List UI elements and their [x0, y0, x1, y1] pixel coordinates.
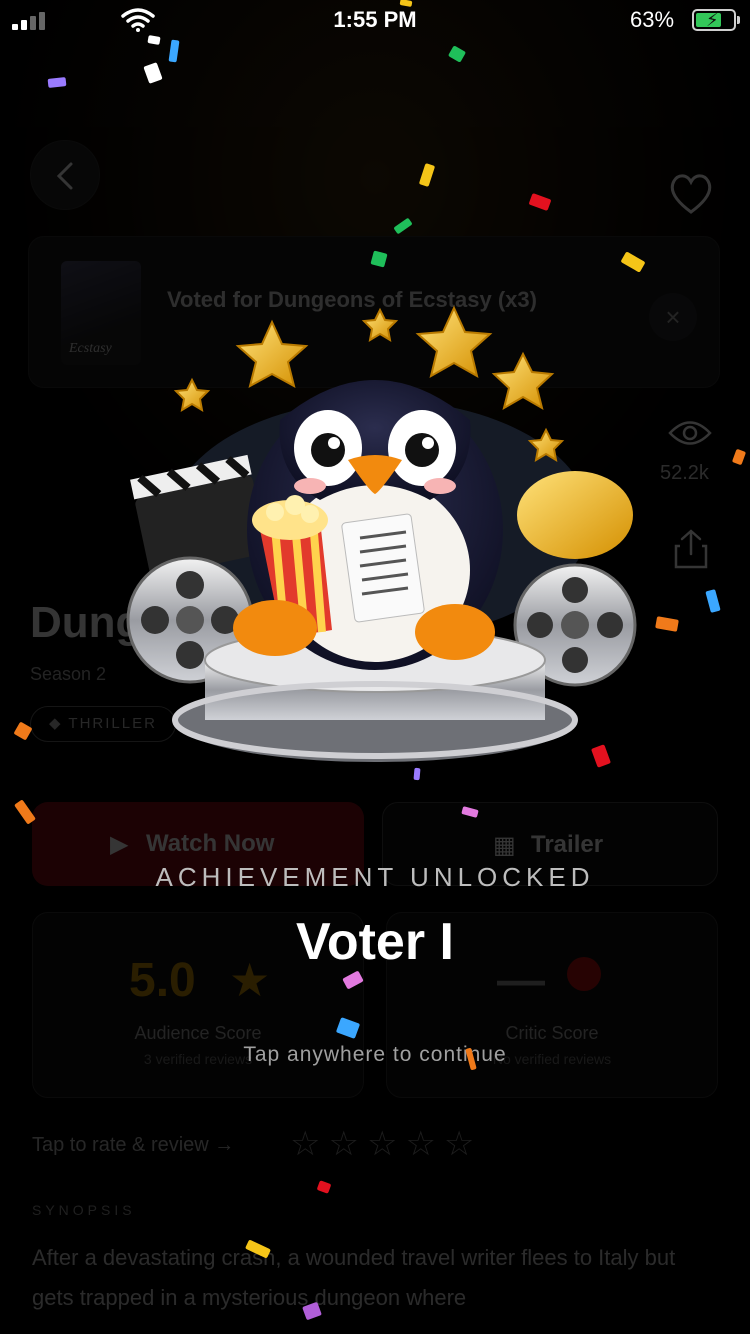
tap-to-continue-hint[interactable]: Tap anywhere to continue — [0, 1043, 750, 1067]
achievement-overlay[interactable]: ACHIEVEMENT UNLOCKED Voter I Tap anywher… — [0, 0, 750, 1334]
battery-icon: ⚡ — [692, 9, 740, 31]
achievement-title: Voter I — [296, 913, 454, 971]
achievement-kicker: ACHIEVEMENT UNLOCKED — [155, 862, 595, 892]
status-bar: 1:55 PM 63% ⚡ — [0, 0, 750, 40]
charging-bolt-icon: ⚡ — [706, 10, 719, 30]
battery-percent: 63% — [630, 7, 675, 32]
penguin-popcorn-badge-icon — [126, 305, 637, 762]
